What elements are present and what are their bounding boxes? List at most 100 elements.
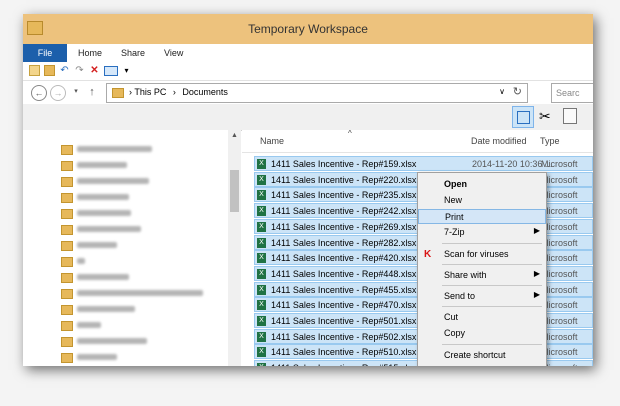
folder-icon	[61, 337, 73, 347]
tab-file[interactable]: File	[23, 44, 67, 62]
antivirus-icon: K	[424, 249, 432, 260]
menu-label: Copy	[444, 328, 466, 338]
menu-label: Cut	[444, 312, 459, 322]
menu-item-send-to[interactable]: Send to ▶	[418, 289, 546, 304]
folder-icon	[61, 289, 73, 299]
window-title: Temporary Workspace	[248, 22, 368, 36]
copy-icon[interactable]	[563, 108, 577, 124]
rename-icon[interactable]	[104, 66, 118, 76]
submenu-arrow-icon: ▶	[533, 290, 540, 299]
menu-divider	[442, 344, 542, 345]
menu-label: New	[444, 195, 463, 205]
file-name: 1411 Sales Incentive - Rep#159.xlsx	[271, 159, 417, 169]
file-name: 1411 Sales Incentive - Rep#470.xlsx	[271, 300, 417, 311]
menu-divider	[442, 264, 542, 265]
folder-icon	[61, 145, 73, 155]
undo-icon[interactable]: ↶	[59, 65, 70, 76]
folder-icon	[61, 193, 73, 203]
menu-divider	[442, 243, 542, 244]
preview-pane-icon[interactable]	[512, 106, 534, 128]
tab-share[interactable]: Share	[121, 44, 145, 62]
excel-file-icon: X	[257, 268, 266, 279]
tab-home[interactable]: Home	[78, 44, 102, 62]
excel-file-icon: X	[257, 190, 266, 201]
menu-item-create-shortcut[interactable]: Create shortcut	[418, 348, 546, 363]
file-name: 1411 Sales Incentive - Rep#515.xlsx	[271, 363, 416, 366]
menu-item-share-with[interactable]: Share with ▶	[418, 268, 546, 283]
up-arrow-icon[interactable]: ↑	[85, 85, 99, 99]
breadcrumb-this-pc[interactable]: This PC	[134, 87, 166, 97]
title-bar[interactable]: Temporary Workspace	[23, 14, 593, 44]
menu-item-cut[interactable]: Cut	[418, 310, 546, 325]
explorer-window: Temporary Workspace File Home Share View…	[23, 14, 593, 366]
nav-scrollbar[interactable]: ▲	[228, 130, 241, 366]
delete-icon[interactable]: ✕	[89, 65, 100, 76]
file-name: 1411 Sales Incentive - Rep#448.xlsx	[271, 268, 417, 279]
column-header-date[interactable]: Date modified	[471, 136, 527, 146]
excel-file-icon: X	[257, 363, 266, 366]
new-folder-icon[interactable]	[44, 65, 55, 76]
file-type: Microsoft	[541, 159, 578, 169]
folder-icon	[61, 305, 73, 315]
menu-item-scan[interactable]: K Scan for viruses	[418, 247, 546, 262]
properties-icon[interactable]	[29, 65, 40, 76]
address-bar[interactable]: › This PC › Documents ∨ ↻	[106, 83, 528, 103]
excel-file-icon: X	[257, 347, 266, 358]
column-header-type[interactable]: Type	[540, 136, 560, 146]
refresh-icon[interactable]: ↻	[513, 85, 522, 98]
file-name: 1411 Sales Incentive - Rep#220.xlsx	[271, 174, 417, 185]
excel-file-icon: X	[257, 284, 266, 295]
chevron-down-icon[interactable]: ∨	[499, 87, 505, 96]
menu-label: Send to	[444, 291, 476, 301]
breadcrumb-documents[interactable]: Documents	[182, 87, 228, 97]
menu-label: Print	[445, 212, 464, 222]
excel-file-icon: X	[257, 174, 266, 185]
file-name: 1411 Sales Incentive - Rep#420.xlsx	[271, 253, 417, 264]
context-menu: Open New Print 7-Zip ▶ K Scan for viruses …	[417, 172, 547, 366]
quick-access-toolbar: ↶ ↷ ✕ ▾	[23, 62, 593, 81]
command-bar: ✂	[23, 104, 593, 131]
scrollbar-thumb[interactable]	[230, 170, 239, 212]
breadcrumb-separator: ›	[129, 87, 132, 97]
redo-icon[interactable]: ↷	[74, 65, 85, 76]
menu-item-new[interactable]: New	[418, 193, 546, 208]
menu-item-open[interactable]: Open	[418, 177, 546, 192]
excel-file-icon: X	[257, 221, 266, 232]
breadcrumb-separator: ›	[172, 87, 176, 97]
back-icon[interactable]: ←	[31, 85, 47, 101]
forward-icon[interactable]: →	[50, 85, 66, 101]
scissors-icon[interactable]: ✂	[539, 108, 551, 125]
excel-file-icon: X	[257, 253, 266, 264]
menu-label: Open	[444, 179, 468, 189]
menu-item-7zip[interactable]: 7-Zip ▶	[418, 225, 546, 240]
search-input[interactable]: Searc	[551, 83, 593, 103]
folder-icon	[61, 209, 73, 219]
excel-file-icon: X	[257, 331, 266, 342]
excel-file-icon: X	[257, 159, 266, 169]
customize-dropdown-icon[interactable]: ▾	[121, 65, 132, 76]
folder-icon	[61, 177, 73, 187]
submenu-arrow-icon: ▶	[533, 226, 540, 235]
menu-item-copy[interactable]: Copy	[418, 326, 546, 341]
menu-divider	[442, 306, 542, 307]
menu-label: Share with	[444, 270, 487, 280]
file-name: 1411 Sales Incentive - Rep#510.xlsx	[271, 347, 417, 358]
column-header-row: Name ^ Date modified Type	[242, 129, 593, 153]
excel-file-icon: X	[257, 316, 266, 326]
column-header-name[interactable]: Name	[260, 136, 284, 146]
recent-dropdown-icon[interactable]: ▾	[69, 85, 83, 99]
excel-file-icon: X	[257, 300, 266, 311]
file-name: 1411 Sales Incentive - Rep#455.xlsx	[271, 284, 417, 295]
submenu-arrow-icon: ▶	[533, 269, 540, 278]
menu-item-print[interactable]: Print	[418, 209, 546, 224]
file-name: 1411 Sales Incentive - Rep#235.xlsx	[271, 190, 417, 201]
scroll-up-icon[interactable]: ▲	[231, 132, 238, 139]
navigation-pane	[23, 130, 241, 366]
address-row: ← → ▾ ↑ › This PC › Documents ∨ ↻ Searc	[23, 81, 593, 103]
menu-label: 7-Zip	[444, 227, 465, 237]
file-row[interactable]: X 1411 Sales Incentive - Rep#159.xlsx 2014…	[254, 156, 593, 171]
menu-label: Create shortcut	[444, 350, 506, 360]
folder-icon	[61, 257, 73, 267]
file-name: 1411 Sales Incentive - Rep#242.xlsx	[271, 206, 417, 217]
tab-view[interactable]: View	[164, 44, 183, 62]
